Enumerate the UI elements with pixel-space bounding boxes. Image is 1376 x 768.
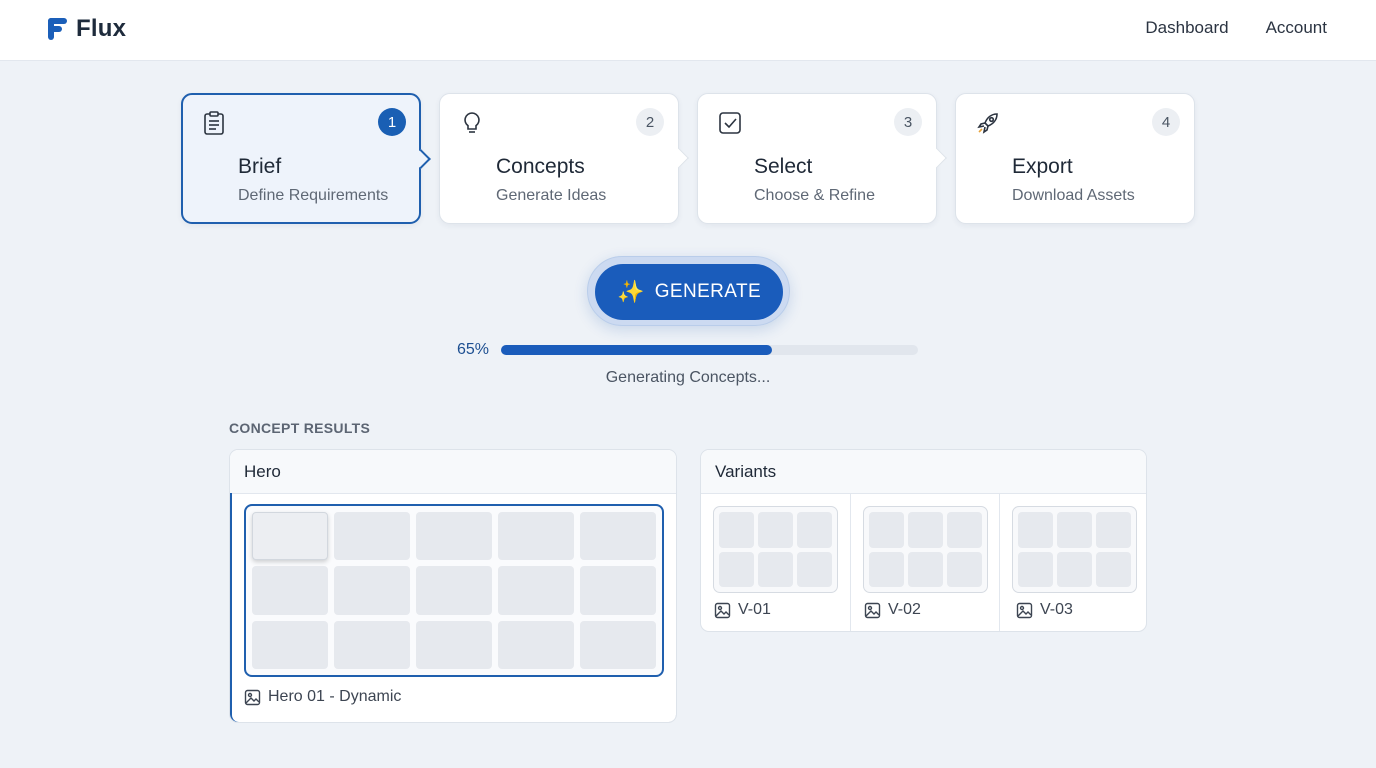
- step-title: Brief: [238, 155, 282, 178]
- variant-cell: [1096, 512, 1131, 548]
- step-number: 1: [378, 108, 406, 136]
- generate-button-halo: ✨ GENERATE: [587, 256, 790, 326]
- variant-cell: [947, 551, 982, 587]
- hero-panel-header: Hero: [230, 450, 676, 494]
- hero-cell[interactable]: [334, 620, 410, 669]
- variant-cell: [797, 551, 832, 587]
- hero-caption: Hero 01 - Dynamic: [244, 688, 401, 706]
- step-number: 3: [894, 108, 922, 136]
- step-number: 2: [636, 108, 664, 136]
- hero-cell[interactable]: [580, 620, 656, 669]
- logo[interactable]: Flux: [46, 15, 126, 43]
- step-concepts[interactable]: 2 Concepts Generate Ideas: [439, 93, 689, 224]
- top-bar: Flux Dashboard Account: [0, 0, 1376, 61]
- variant-caption: V-02: [864, 601, 921, 619]
- hero-cell[interactable]: [334, 512, 410, 561]
- variant-cell: [908, 551, 943, 587]
- image-icon: [1016, 602, 1033, 618]
- variant-cell: [947, 512, 982, 548]
- variants-panel-title: Variants: [715, 462, 777, 481]
- variant-cell: [1018, 512, 1053, 548]
- variant-cell: [869, 551, 904, 587]
- variants-panel-header: Variants: [701, 450, 1146, 494]
- hero-cell-selected[interactable]: [252, 512, 328, 561]
- hero-cell[interactable]: [334, 566, 410, 615]
- variant-cell: [758, 551, 793, 587]
- step-subtitle: Choose & Refine: [754, 187, 875, 204]
- hero-cell[interactable]: [252, 620, 328, 669]
- clipboard-icon: [204, 111, 224, 135]
- step-export[interactable]: 4 Export Download Assets: [955, 93, 1195, 224]
- progress-percent: 65%: [457, 341, 490, 358]
- variants-panel: Variants V-01 V-02 V-03: [700, 449, 1147, 632]
- variant-cell: [869, 512, 904, 548]
- hero-cell[interactable]: [580, 512, 656, 561]
- variant-cell: [1057, 512, 1092, 548]
- variant-thumbnail[interactable]: [713, 506, 838, 593]
- variant-thumbnail[interactable]: [1012, 506, 1137, 593]
- variant-caption: V-03: [1016, 601, 1073, 619]
- image-icon: [714, 602, 731, 618]
- step-subtitle: Download Assets: [1012, 187, 1135, 204]
- variant-card[interactable]: V-02: [850, 494, 999, 631]
- step-connector: [669, 148, 689, 168]
- variant-caption: V-01: [714, 601, 771, 619]
- step-title: Select: [754, 155, 813, 178]
- variant-cell: [1057, 551, 1092, 587]
- step-select[interactable]: 3 Select Choose & Refine: [697, 93, 947, 224]
- variant-cell: [797, 512, 832, 548]
- variant-label: V-02: [888, 601, 921, 618]
- variant-card[interactable]: V-01: [701, 494, 850, 631]
- nav-account[interactable]: Account: [1266, 18, 1327, 38]
- step-title: Concepts: [496, 155, 585, 178]
- hero-cell[interactable]: [498, 512, 574, 561]
- progress-fill: [501, 345, 773, 355]
- variant-cell: [908, 512, 943, 548]
- variant-label: V-01: [738, 601, 771, 618]
- hero-cell[interactable]: [252, 566, 328, 615]
- progress-status: Generating Concepts...: [605, 369, 771, 386]
- hero-caption-text: Hero 01 - Dynamic: [268, 688, 402, 705]
- generate-label: GENERATE: [654, 281, 762, 302]
- step-brief[interactable]: 1 Brief Define Requirements: [181, 93, 431, 224]
- variant-cell: [1018, 551, 1053, 587]
- hero-cell[interactable]: [416, 512, 492, 561]
- variant-cell: [758, 512, 793, 548]
- hero-cell[interactable]: [498, 566, 574, 615]
- workflow-steps: 1 Brief Define Requirements 2 Concepts G…: [181, 93, 1195, 224]
- step-title: Export: [1012, 155, 1073, 178]
- hero-cell[interactable]: [580, 566, 656, 615]
- hero-cell[interactable]: [416, 620, 492, 669]
- step-connector: [411, 149, 431, 169]
- lightbulb-icon: [464, 112, 480, 133]
- image-icon: [244, 689, 261, 705]
- hero-panel: Hero Hero 01 - Dynamic: [229, 449, 677, 723]
- hero-cell[interactable]: [498, 620, 574, 669]
- step-subtitle: Generate Ideas: [496, 187, 607, 204]
- variant-label: V-03: [1040, 601, 1073, 618]
- hero-concept-grid[interactable]: [244, 504, 664, 677]
- top-nav: Dashboard Account: [1145, 18, 1327, 38]
- sparkle-icon: ✨: [616, 279, 645, 304]
- rocket-icon: [977, 113, 998, 134]
- concept-results-heading: CONCEPT RESULTS: [229, 420, 371, 436]
- variant-cell: [719, 512, 754, 548]
- variant-thumbnail[interactable]: [863, 506, 988, 593]
- image-icon: [864, 602, 881, 618]
- app-name: Flux: [76, 15, 127, 42]
- generate-button[interactable]: ✨ GENERATE: [595, 264, 783, 320]
- variant-card[interactable]: V-03: [999, 494, 1146, 631]
- step-subtitle: Define Requirements: [238, 187, 389, 204]
- step-connector: [927, 148, 947, 168]
- hero-cell[interactable]: [416, 566, 492, 615]
- checkbox-icon: [719, 112, 741, 134]
- nav-dashboard[interactable]: Dashboard: [1145, 18, 1228, 38]
- variant-cell: [1096, 551, 1131, 587]
- progress-bar: [501, 345, 918, 355]
- variant-cell: [719, 551, 754, 587]
- step-number: 4: [1152, 108, 1180, 136]
- hero-panel-title: Hero: [244, 462, 281, 481]
- flux-logo-icon: [48, 18, 67, 40]
